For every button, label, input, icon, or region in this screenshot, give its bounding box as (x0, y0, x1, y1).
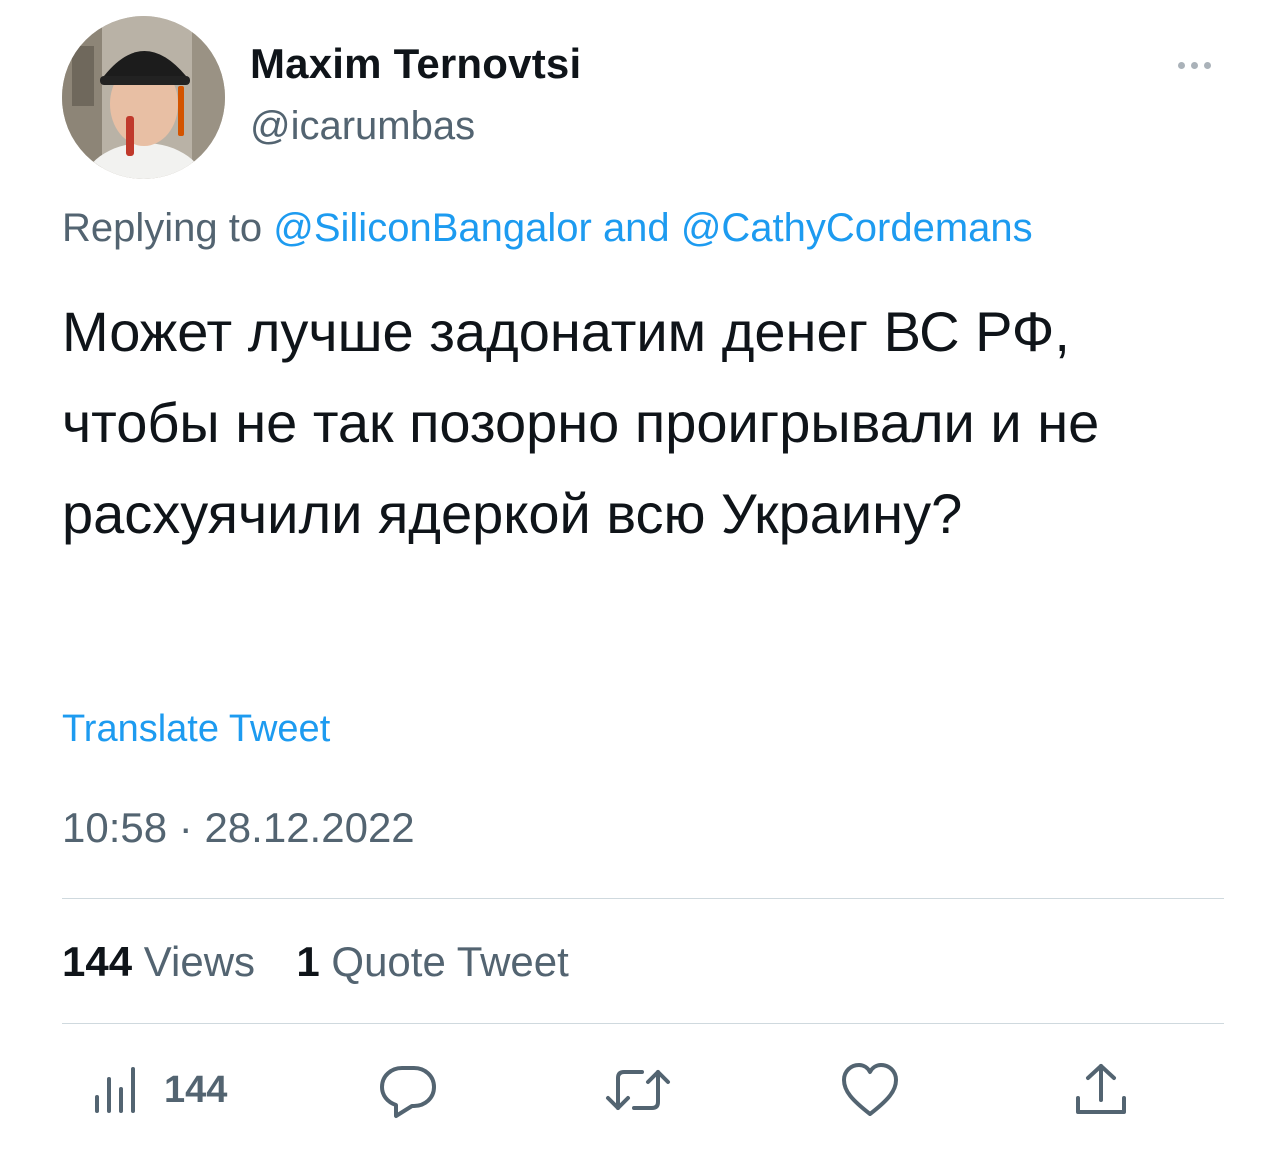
share-button[interactable] (1072, 1060, 1130, 1120)
share-icon (1076, 1064, 1126, 1114)
reply-joiner: and (602, 206, 670, 250)
reply-icon (380, 1066, 436, 1118)
tweet-stats: 144 Views 1 Quote Tweet (62, 938, 569, 986)
views-stat[interactable]: 144 Views (62, 938, 267, 985)
views-count: 144 (62, 938, 133, 985)
retweet-button[interactable] (604, 1060, 672, 1120)
quotes-label: Quote Tweet (331, 938, 569, 985)
reply-button[interactable] (378, 1060, 438, 1120)
like-icon (842, 1063, 898, 1116)
avatar[interactable] (62, 16, 225, 179)
analytics-icon (95, 1067, 135, 1113)
quote-tweets-stat[interactable]: 1 Quote Tweet (296, 938, 568, 985)
like-button[interactable] (840, 1060, 900, 1120)
replying-to: Replying to @SiliconBangalor and @CathyC… (62, 206, 1033, 251)
tweet-date: 28.12.2022 (204, 804, 415, 851)
views-label: Views (143, 938, 256, 985)
divider-bottom (62, 1023, 1224, 1024)
author-name[interactable]: Maxim Ternovtsi (250, 40, 581, 88)
tweet-timestamp[interactable]: 10:58 · 28.12.2022 (62, 804, 415, 852)
analytics-button[interactable]: 144 (92, 1060, 227, 1120)
reply-user-link-2[interactable]: @CathyCordemans (681, 206, 1033, 250)
quotes-count: 1 (296, 938, 320, 985)
author-handle[interactable]: @icarumbas (250, 104, 475, 149)
divider-top (62, 898, 1224, 899)
reply-user-link-1[interactable]: @SiliconBangalor (273, 206, 592, 250)
tweet-time: 10:58 (62, 804, 168, 851)
analytics-count: 144 (164, 1068, 228, 1111)
separator-dot: · (178, 804, 193, 851)
replying-to-prefix: Replying to (62, 206, 263, 250)
more-options-icon[interactable] (1178, 56, 1222, 76)
translate-tweet-link[interactable]: Translate Tweet (62, 708, 330, 751)
retweet-icon (606, 1070, 670, 1110)
avatar-image (62, 16, 225, 179)
tweet-text: Может лучше задонатим денег ВС РФ, чтобы… (62, 300, 1100, 545)
